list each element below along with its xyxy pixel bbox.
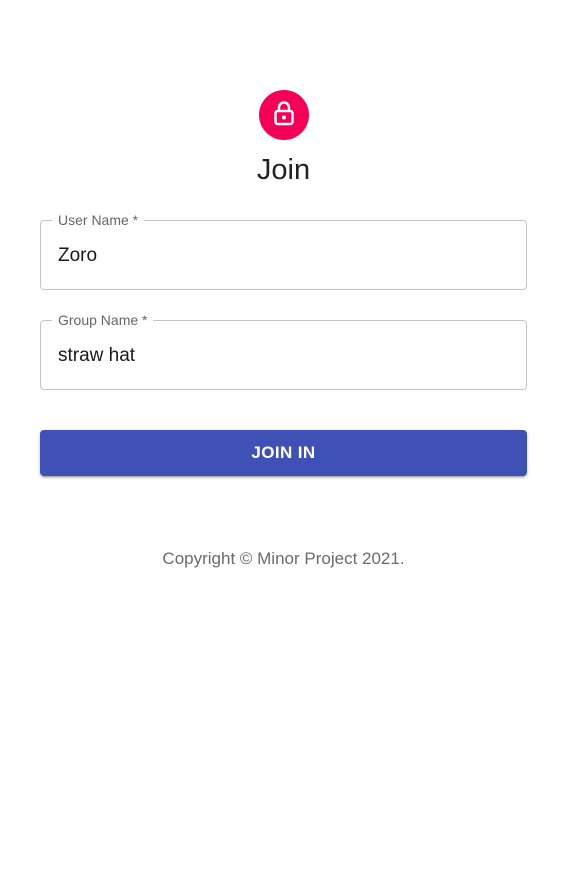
join-page: Join User Name * Group Name * JOIN IN Co… [0, 0, 567, 896]
lock-avatar [259, 90, 309, 140]
page-title: Join [256, 154, 311, 186]
lock-icon [272, 100, 296, 131]
copyright-text: Copyright © Minor Project 2021. [162, 549, 405, 568]
group-name-input[interactable] [58, 344, 508, 368]
user-name-input[interactable] [58, 244, 508, 268]
user-name-label: User Name * [52, 212, 145, 228]
user-name-field[interactable]: User Name * [40, 212, 527, 290]
join-in-button[interactable]: JOIN IN [40, 430, 527, 476]
group-name-field[interactable]: Group Name * [40, 312, 527, 390]
group-name-label: Group Name * [52, 312, 154, 328]
